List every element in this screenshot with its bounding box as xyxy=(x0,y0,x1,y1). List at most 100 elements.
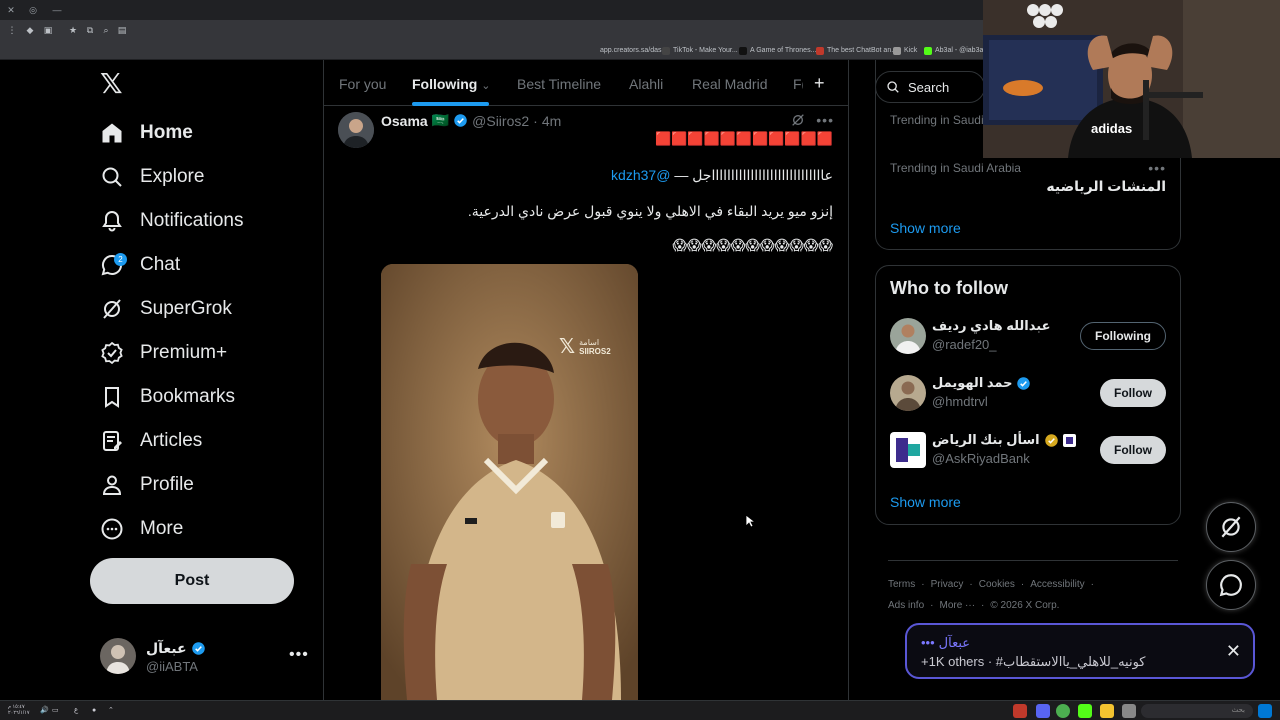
language-indicator[interactable]: ع xyxy=(74,705,78,717)
tweet-author-name[interactable]: Osama xyxy=(381,113,428,129)
chrome-icon[interactable] xyxy=(1056,704,1070,718)
tweet-actions: ••• xyxy=(790,112,834,128)
discord-icon[interactable] xyxy=(1036,704,1050,718)
sidebar-item-home[interactable]: Home xyxy=(100,118,193,148)
minimize-window-icon[interactable]: — xyxy=(52,5,62,15)
follow-suggestion[interactable]: عبدالله هادي رديف @radef20_ Following xyxy=(876,312,1180,364)
footer-link-terms[interactable]: Terms xyxy=(888,579,915,590)
follow-suggestion[interactable]: اسأل بنك الرياض @AskRiyadBank Follow xyxy=(876,426,1180,478)
sidebar-item-explore[interactable]: Explore xyxy=(100,162,204,192)
show-more-trends[interactable]: Show more xyxy=(890,220,961,236)
taskbar-app[interactable] xyxy=(1122,704,1136,718)
tab-real-madrid[interactable]: Real Madrid xyxy=(692,76,767,92)
trend-more-icon[interactable]: ••• xyxy=(1148,160,1166,176)
share-icon[interactable]: ⧉ xyxy=(84,24,96,36)
taskbar-search[interactable]: بحث xyxy=(1141,704,1253,718)
sidebar-item-more[interactable]: More xyxy=(100,514,183,544)
search-icon xyxy=(102,167,122,187)
tweet-time[interactable]: 4m xyxy=(542,113,561,129)
volume-icon[interactable]: 🔊 xyxy=(40,705,49,717)
follow-button[interactable]: Follow xyxy=(1100,379,1166,407)
trend-title[interactable]: المنشات الرياضيه xyxy=(1046,178,1166,195)
sidebar-item-articles[interactable]: Articles xyxy=(100,426,202,456)
account-handle: @iiABTA xyxy=(146,659,198,674)
footer-link-accessibility[interactable]: Accessibility xyxy=(1030,579,1084,590)
tweet-text-line: 😱😱😱😱😱😱😱😱😱😱😱 xyxy=(672,237,833,253)
notification-toast[interactable]: ••• عبعآل +1K others · #كونيه_للاهلي_ياا… xyxy=(905,623,1255,679)
tab-for-you[interactable]: For you xyxy=(339,76,386,92)
more-options-icon[interactable]: ••• xyxy=(816,112,834,128)
post-button[interactable]: Post xyxy=(90,558,294,604)
sidebar-item-bookmarks[interactable]: Bookmarks xyxy=(100,382,235,412)
x-logo-icon[interactable]: 𝕏 xyxy=(100,70,126,98)
tab-following[interactable]: Following ⌄ xyxy=(412,76,490,92)
trend-meta: Trending in Saudi xyxy=(890,113,984,127)
sidebar-item-profile[interactable]: Profile xyxy=(100,470,194,500)
bookmark[interactable]: TikTok - Make Your... xyxy=(662,46,738,56)
chevron-up-icon[interactable]: ⌃ xyxy=(108,705,114,717)
following-button[interactable]: Following xyxy=(1080,322,1166,350)
footer-link-cookies[interactable]: Cookies xyxy=(979,579,1015,590)
install-icon[interactable]: ▤ xyxy=(116,24,128,36)
avatar xyxy=(100,638,136,674)
search-input[interactable]: Search xyxy=(875,71,985,103)
active-tab-indicator xyxy=(412,102,489,106)
tweet-author-handle[interactable]: @Siiros2 xyxy=(472,113,529,129)
sidebar-item-chat[interactable]: 2 Chat xyxy=(100,250,180,280)
footer-link-more[interactable]: More ··· xyxy=(939,600,975,611)
grok-icon[interactable] xyxy=(790,112,806,128)
grok-fab-button[interactable] xyxy=(1206,502,1256,552)
windows-start-icon[interactable] xyxy=(1258,704,1272,718)
tweet-header: Osama 🇸🇦 @Siiros2 · 4m xyxy=(381,112,561,129)
close-icon[interactable]: ✕ xyxy=(1226,641,1241,662)
webcam-feed: adidas xyxy=(983,0,1280,158)
mention-link[interactable]: @kdzh37 xyxy=(611,167,670,183)
account-switcher[interactable]: عبعآل @iiABTA ••• xyxy=(100,638,310,678)
sidebar-item-notifications[interactable]: Notifications xyxy=(100,206,244,236)
taskbar-app[interactable] xyxy=(1078,704,1092,718)
add-tab-icon[interactable]: + xyxy=(814,73,825,94)
follow-suggestion[interactable]: حمد الهويمل @hmdtrvl Follow xyxy=(876,369,1180,421)
menu-icon[interactable]: ⋮ xyxy=(6,24,18,36)
bookmark[interactable]: A Game of Thrones... xyxy=(739,46,816,56)
star-icon[interactable]: ★ xyxy=(67,24,79,36)
restore-window-icon[interactable]: ◎ xyxy=(28,5,38,15)
tab-alahli[interactable]: Alahli xyxy=(629,76,663,92)
tab-truncated[interactable]: F( xyxy=(793,76,803,92)
suggestion-handle: @radef20_ xyxy=(932,337,997,352)
verified-icon xyxy=(191,642,205,655)
search-icon xyxy=(887,81,899,93)
show-more-suggestions[interactable]: Show more xyxy=(890,494,961,510)
close-window-icon[interactable]: ✕ xyxy=(6,5,16,15)
zoom-icon[interactable]: ⌕ xyxy=(100,24,112,36)
articles-icon xyxy=(103,431,122,451)
sidebar-item-premium[interactable]: Premium+ xyxy=(100,338,227,368)
gold-verified-icon xyxy=(1044,433,1058,447)
footer-link-privacy[interactable]: Privacy xyxy=(931,579,964,590)
suggestion-handle: @hmdtrvl xyxy=(932,394,988,409)
bookmark[interactable]: Ab3al - @iab3al xyxy=(924,46,985,56)
follow-button[interactable]: Follow xyxy=(1100,436,1166,464)
taskbar-app[interactable] xyxy=(1013,704,1027,718)
sidebar-item-supergrok[interactable]: SuperGrok xyxy=(100,294,232,324)
mic-icon[interactable]: ● xyxy=(92,705,96,717)
bookmark[interactable]: app.creators.sa/das... xyxy=(600,46,667,56)
bookmark[interactable]: Kick xyxy=(893,46,917,56)
footer-links: Terms · Privacy · Cookies · Accessibilit… xyxy=(888,560,1178,621)
verified-icon xyxy=(454,114,467,127)
tweet[interactable]: Osama 🇸🇦 @Siiros2 · 4m ••• 🟥🟥🟥🟥🟥🟥🟥🟥🟥🟥🟥 ع… xyxy=(324,107,848,700)
tweet-avatar[interactable] xyxy=(338,112,374,148)
extension-icon[interactable]: ▣ xyxy=(42,24,54,36)
account-more-icon[interactable]: ••• xyxy=(289,646,309,664)
tab-best-timeline[interactable]: Best Timeline xyxy=(517,76,601,92)
tweet-text-line: عاااااااااااااااااااااااااااااجل — @kdzh… xyxy=(611,167,833,183)
clock[interactable]: ١٥:٤٧ م ٢٠٢٦/١/١٧ xyxy=(8,704,30,716)
who-to-follow-title: Who to follow xyxy=(890,278,1008,298)
network-icon[interactable]: ▭ xyxy=(52,705,59,717)
footer-link-ads-info[interactable]: Ads info xyxy=(888,600,924,611)
bookmark[interactable]: The best ChatBot an... xyxy=(816,46,897,56)
messages-fab-button[interactable] xyxy=(1206,560,1256,610)
folder-icon[interactable] xyxy=(1100,704,1114,718)
extension-icon[interactable]: ◆ xyxy=(24,24,36,36)
tweet-image[interactable]: 𝕏 اسامة SIIROS2 xyxy=(381,264,638,700)
